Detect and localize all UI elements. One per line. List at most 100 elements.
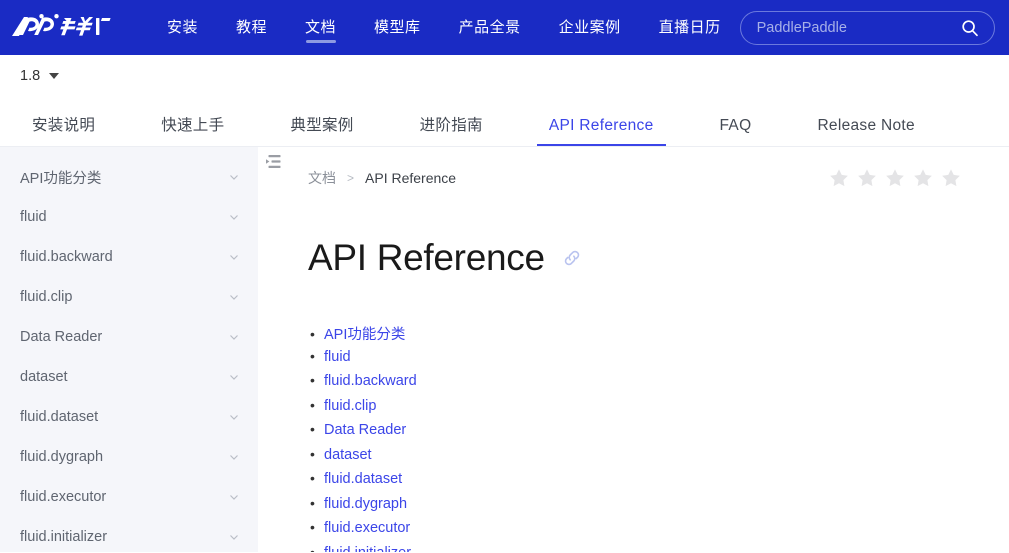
sidebar-item-label: fluid.initializer bbox=[20, 529, 108, 545]
tab-release-note[interactable]: Release Note bbox=[805, 117, 927, 146]
tab-install-guide[interactable]: 安装说明 bbox=[20, 113, 107, 146]
nav-item-tutorial[interactable]: 教程 bbox=[217, 0, 286, 55]
chevron-down-icon[interactable] bbox=[228, 331, 240, 343]
chevron-down-icon[interactable] bbox=[228, 411, 240, 423]
toc-link[interactable]: fluid.executor bbox=[324, 520, 410, 536]
collapse-sidebar-icon[interactable] bbox=[258, 147, 288, 175]
list-item: • fluid bbox=[310, 348, 1009, 373]
sidebar-item-label: Data Reader bbox=[20, 329, 103, 345]
sidebar-item-label: fluid bbox=[20, 209, 47, 225]
chevron-down-icon[interactable] bbox=[228, 451, 240, 463]
toc-link[interactable]: fluid.dataset bbox=[324, 471, 402, 487]
list-item: • fluid.dataset bbox=[310, 470, 1009, 495]
bullet: • bbox=[310, 421, 315, 437]
sidebar-item-api-categories[interactable]: API功能分类 bbox=[0, 157, 258, 197]
chevron-down-icon[interactable] bbox=[228, 251, 240, 263]
tab-label: 安装说明 bbox=[32, 117, 96, 134]
tab-quick-start[interactable]: 快速上手 bbox=[149, 113, 236, 146]
list-item: • fluid.executor bbox=[310, 519, 1009, 544]
sidebar-item-label: fluid.clip bbox=[20, 289, 73, 305]
tab-label: API Reference bbox=[548, 117, 654, 134]
nav-item-enterprise-cases[interactable]: 企业案例 bbox=[540, 0, 640, 55]
list-item: • fluid.backward bbox=[310, 372, 1009, 397]
nav-item-docs[interactable]: 文档 bbox=[286, 0, 355, 55]
bullet: • bbox=[310, 494, 315, 511]
breadcrumb-current: API Reference bbox=[365, 170, 457, 186]
list-item: • Data Reader bbox=[310, 421, 1009, 446]
bullet: • bbox=[310, 470, 315, 486]
breadcrumb: 文档 > API Reference bbox=[258, 147, 1009, 191]
sidebar-item-fluid-executor[interactable]: fluid.executor bbox=[0, 477, 258, 517]
toc-link[interactable]: fluid.backward bbox=[324, 373, 417, 389]
nav-item-label: 产品全景 bbox=[458, 19, 521, 36]
tab-label: FAQ bbox=[719, 117, 752, 134]
toc-link[interactable]: fluid.clip bbox=[324, 398, 376, 414]
search-icon[interactable] bbox=[960, 18, 980, 38]
toc-link[interactable]: dataset bbox=[324, 447, 372, 463]
bullet: • bbox=[310, 372, 315, 388]
bullet: • bbox=[310, 347, 315, 364]
tab-advanced-guide[interactable]: 进阶指南 bbox=[408, 113, 495, 146]
nav-item-install[interactable]: 安装 bbox=[148, 0, 217, 55]
toc-link[interactable]: fluid bbox=[324, 349, 351, 365]
sidebar-item-label: fluid.dygraph bbox=[20, 449, 104, 465]
sidebar-item-fluid-dygraph[interactable]: fluid.dygraph bbox=[0, 437, 258, 477]
tab-label: 快速上手 bbox=[161, 117, 225, 134]
sidebar-item-fluid-dataset[interactable]: fluid.dataset bbox=[0, 397, 258, 437]
bullet: • bbox=[310, 326, 315, 342]
page-body: API功能分类 fluid fluid.backward fluid.clip … bbox=[0, 147, 1009, 552]
toc-link[interactable]: fluid.initializer bbox=[324, 545, 411, 553]
tab-typical-cases[interactable]: 典型案例 bbox=[278, 113, 365, 146]
chevron-down-icon[interactable] bbox=[228, 371, 240, 383]
search-input[interactable] bbox=[756, 19, 960, 36]
chevron-down-icon[interactable] bbox=[228, 211, 240, 223]
list-item: • dataset bbox=[310, 446, 1009, 471]
nav-item-live-calendar[interactable]: 直播日历 bbox=[640, 0, 740, 55]
sidebar-item-data-reader[interactable]: Data Reader bbox=[0, 317, 258, 357]
tab-api-reference[interactable]: API Reference bbox=[536, 117, 666, 146]
sidebar-item-fluid[interactable]: fluid bbox=[0, 197, 258, 237]
sidebar-item-label: fluid.executor bbox=[20, 489, 107, 505]
bullet: • bbox=[310, 543, 315, 553]
search-box[interactable] bbox=[739, 10, 995, 45]
chevron-down-icon[interactable] bbox=[228, 291, 240, 303]
link-icon[interactable] bbox=[561, 247, 583, 269]
sidebar-item-fluid-clip[interactable]: fluid.clip bbox=[0, 277, 258, 317]
toc-link[interactable]: API功能分类 bbox=[324, 323, 405, 344]
toc-link[interactable]: fluid.dygraph bbox=[324, 496, 407, 512]
list-item: • fluid.initializer bbox=[310, 544, 1009, 553]
list-item: • API功能分类 bbox=[310, 323, 1009, 348]
version-selector[interactable]: 1.8 bbox=[20, 68, 60, 84]
chevron-down-icon[interactable] bbox=[228, 531, 240, 543]
sidebar-item-dataset[interactable]: dataset bbox=[0, 357, 258, 397]
tab-faq[interactable]: FAQ bbox=[708, 117, 764, 146]
nav-item-label: 直播日历 bbox=[658, 19, 721, 36]
nav-item-model-zoo[interactable]: 模型库 bbox=[355, 0, 440, 55]
chevron-down-icon[interactable] bbox=[228, 491, 240, 503]
chevron-down-icon[interactable] bbox=[228, 171, 240, 183]
doc-tab-bar: 安装说明 快速上手 典型案例 进阶指南 API Reference FAQ Re… bbox=[0, 97, 1009, 147]
version-bar: 1.8 bbox=[0, 55, 1009, 97]
sidebar-item-label: dataset bbox=[20, 369, 68, 385]
top-navigation-bar: 安装 教程 文档 模型库 产品全景 企业案例 直播日历 bbox=[0, 0, 1009, 55]
bullet: • bbox=[310, 445, 315, 462]
star-icon[interactable] bbox=[885, 168, 905, 188]
page-title-row: API Reference bbox=[258, 191, 1009, 279]
paddlepaddle-logo[interactable] bbox=[10, 11, 114, 45]
sidebar-navigation[interactable]: API功能分类 fluid fluid.backward fluid.clip … bbox=[0, 147, 258, 552]
sidebar-item-fluid-initializer[interactable]: fluid.initializer bbox=[0, 517, 258, 552]
tab-label: Release Note bbox=[817, 117, 915, 134]
star-icon[interactable] bbox=[941, 168, 961, 188]
table-of-contents: • API功能分类 • fluid • fluid.backward • fluid.c… bbox=[258, 279, 1009, 552]
nav-item-products[interactable]: 产品全景 bbox=[440, 0, 540, 55]
sidebar-item-fluid-backward[interactable]: fluid.backward bbox=[0, 237, 258, 277]
sidebar-item-label: fluid.dataset bbox=[20, 409, 99, 425]
tab-label: 典型案例 bbox=[290, 117, 354, 134]
rating-stars[interactable] bbox=[829, 168, 985, 188]
toc-link[interactable]: Data Reader bbox=[324, 422, 406, 438]
star-icon[interactable] bbox=[857, 168, 877, 188]
breadcrumb-root[interactable]: 文档 bbox=[308, 168, 336, 188]
star-icon[interactable] bbox=[829, 168, 849, 188]
star-icon[interactable] bbox=[913, 168, 933, 188]
nav-item-label: 教程 bbox=[236, 19, 268, 36]
